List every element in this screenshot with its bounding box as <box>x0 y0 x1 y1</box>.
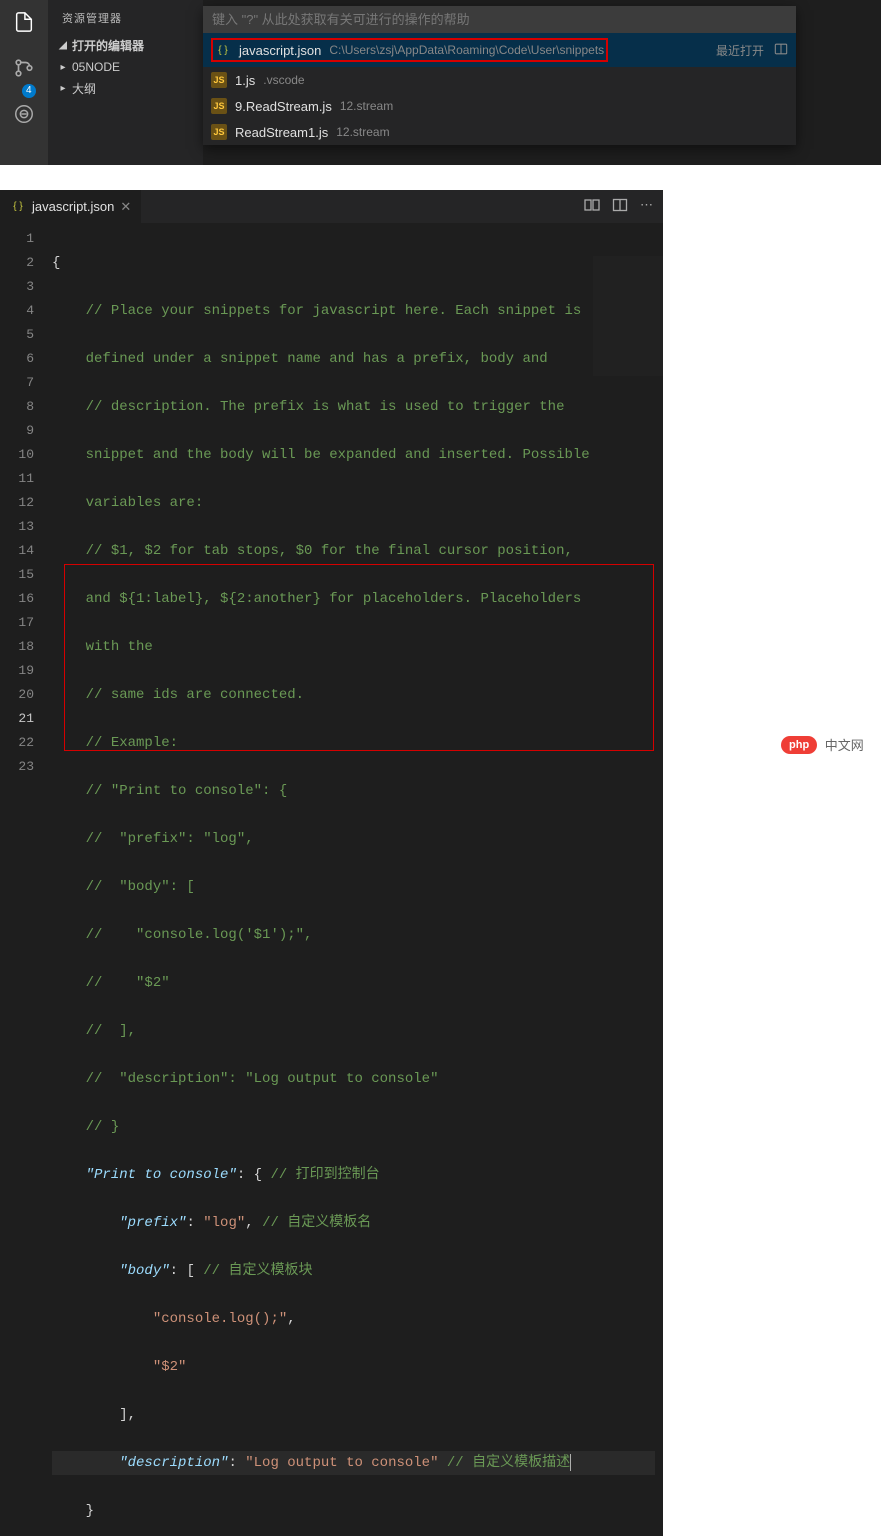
quick-open-input[interactable] <box>203 6 796 33</box>
file-name: 1.js <box>235 73 255 88</box>
sidebar-open-editors[interactable]: ◢ 打开的编辑器 <box>48 34 203 57</box>
source-control-badge: 4 <box>22 84 36 98</box>
sidebar-outline[interactable]: ▸ 大纲 <box>48 77 203 100</box>
line-numbers: 1 2 3 4 5 6 7 8 9 10 11 12 13 14 15 16 1… <box>0 223 44 1536</box>
quick-open-row-selected[interactable]: { } javascript.json C:\Users\zsj\AppData… <box>203 33 796 67</box>
file-name: javascript.json <box>239 43 321 58</box>
highlight-box: { } javascript.json C:\Users\zsj\AppData… <box>211 38 608 62</box>
split-editor-icon[interactable] <box>774 42 788 59</box>
compare-icon[interactable] <box>584 197 600 216</box>
sidebar-item-label: 大纲 <box>72 80 96 97</box>
debug-icon[interactable] <box>10 100 38 128</box>
top-vscode-window: 4 资源管理器 ◢ 打开的编辑器 ▸ 05NODE ▸ 大纲 { } <box>0 0 881 165</box>
file-path: .vscode <box>263 73 304 87</box>
file-name: 9.ReadStream.js <box>235 99 332 114</box>
file-path: 12.stream <box>336 125 389 139</box>
split-icon[interactable] <box>612 197 628 216</box>
file-name: ReadStream1.js <box>235 125 328 140</box>
js-icon: JS <box>211 72 227 88</box>
sidebar-title: 资源管理器 <box>48 6 203 34</box>
close-icon[interactable]: ✕ <box>120 199 131 215</box>
quick-open-row[interactable]: JS 1.js .vscode <box>203 67 796 93</box>
more-icon[interactable]: ⋯ <box>640 197 653 216</box>
chevron-right-icon: ▸ <box>58 83 68 94</box>
file-path: 12.stream <box>340 99 393 113</box>
watermark: php 中文网 <box>781 735 864 754</box>
sidebar-folder[interactable]: ▸ 05NODE <box>48 57 203 77</box>
quick-open-panel: { } javascript.json C:\Users\zsj\AppData… <box>203 6 796 145</box>
tab-label: javascript.json <box>32 199 114 214</box>
watermark-text: 中文网 <box>825 735 864 754</box>
sidebar-item-label: 05NODE <box>72 60 120 74</box>
quick-open-row[interactable]: JS 9.ReadStream.js 12.stream <box>203 93 796 119</box>
chevron-down-icon: ◢ <box>58 40 68 51</box>
braces-icon: { } <box>215 42 231 58</box>
tab-bar: { } javascript.json ✕ ⋯ <box>0 190 663 223</box>
source-control-icon[interactable] <box>10 54 38 82</box>
activity-bar: 4 <box>0 0 48 165</box>
tab-actions: ⋯ <box>584 197 663 216</box>
php-badge: php <box>781 736 817 754</box>
recent-label: 最近打开 <box>716 42 764 59</box>
file-tab[interactable]: { } javascript.json ✕ <box>0 190 141 223</box>
quick-open-list: { } javascript.json C:\Users\zsj\AppData… <box>203 33 796 145</box>
explorer-icon[interactable] <box>10 8 38 36</box>
js-icon: JS <box>211 98 227 114</box>
code-area[interactable]: { // Place your snippets for javascript … <box>44 223 663 1536</box>
editor-body: 1 2 3 4 5 6 7 8 9 10 11 12 13 14 15 16 1… <box>0 223 663 1536</box>
explorer-sidebar: 资源管理器 ◢ 打开的编辑器 ▸ 05NODE ▸ 大纲 <box>48 0 203 165</box>
editor-window: { } javascript.json ✕ ⋯ 1 2 3 4 5 6 7 8 … <box>0 190 663 1536</box>
quick-open-row[interactable]: JS ReadStream1.js 12.stream <box>203 119 796 145</box>
chevron-right-icon: ▸ <box>58 62 68 73</box>
braces-icon: { } <box>10 199 26 215</box>
editor-area-top: { } javascript.json C:\Users\zsj\AppData… <box>203 0 881 165</box>
js-icon: JS <box>211 124 227 140</box>
file-path: C:\Users\zsj\AppData\Roaming\Code\User\s… <box>329 43 604 57</box>
sidebar-item-label: 打开的编辑器 <box>72 37 144 54</box>
